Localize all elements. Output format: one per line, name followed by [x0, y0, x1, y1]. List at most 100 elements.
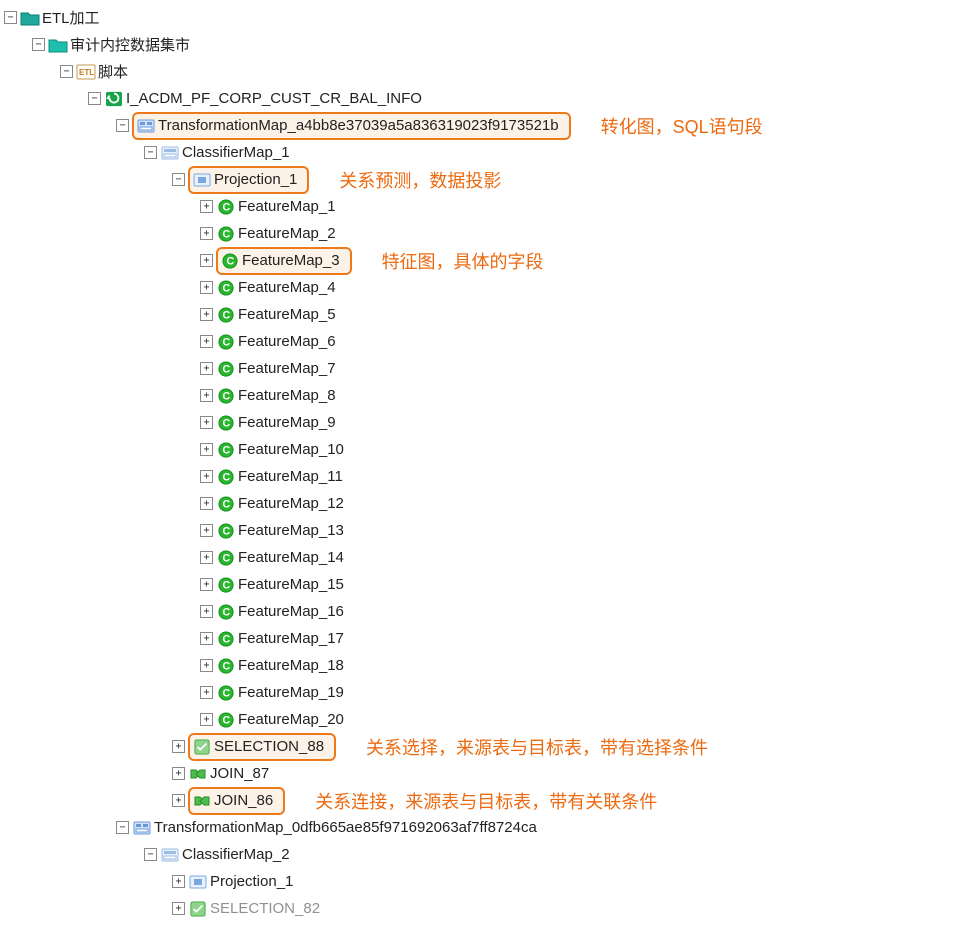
tree-node-featuremap-2[interactable]: FeatureMap_2	[238, 225, 340, 242]
toggle-fm-20[interactable]	[200, 713, 213, 726]
feature-icon	[216, 333, 236, 351]
toggle-script[interactable]	[60, 65, 73, 78]
tree-node-featuremap-16[interactable]: FeatureMap_16	[238, 603, 348, 620]
toggle-fm-10[interactable]	[200, 443, 213, 456]
folder-icon	[20, 9, 40, 27]
toggle-fm-2[interactable]	[200, 227, 213, 240]
tree-node-featuremap-14[interactable]: FeatureMap_14	[238, 549, 348, 566]
tree-node-tmap1[interactable]: TransformationMap_a4bb8e37039a5a83631902…	[132, 112, 571, 140]
tree-node-acdm[interactable]: I_ACDM_PF_CORP_CUST_CR_BAL_INFO	[126, 90, 426, 107]
toggle-fm-4[interactable]	[200, 281, 213, 294]
toggle-cmap1[interactable]	[144, 146, 157, 159]
annotation-join86: 关系连接，来源表与目标表，带有关联条件	[315, 788, 657, 814]
classifier-icon	[160, 144, 180, 162]
toggle-join86[interactable]	[172, 794, 185, 807]
tree-node-proj1[interactable]: Projection_1	[188, 166, 309, 194]
toggle-fm-11[interactable]	[200, 470, 213, 483]
tree-node-etl[interactable]: ETL加工	[42, 7, 104, 28]
tree-node-cmap2[interactable]: ClassifierMap_2	[182, 846, 294, 863]
toggle-fm-9[interactable]	[200, 416, 213, 429]
toggle-fm-6[interactable]	[200, 335, 213, 348]
feature-icon	[216, 360, 236, 378]
feature-icon	[216, 198, 236, 216]
tree-node-tmap2[interactable]: TransformationMap_0dfb665ae85f971692063a…	[154, 819, 541, 836]
annotation-tmap1: 转化图，SQL语句段	[601, 113, 763, 139]
tree-node-audit[interactable]: 审计内控数据集市	[70, 34, 194, 55]
tree-node-featuremap-15[interactable]: FeatureMap_15	[238, 576, 348, 593]
feature-icon	[216, 387, 236, 405]
tree-node-featuremap-11[interactable]: FeatureMap_11	[238, 468, 347, 485]
toggle-acdm[interactable]	[88, 92, 101, 105]
tree-node-featuremap-20[interactable]: FeatureMap_20	[238, 711, 348, 728]
tree-node-join-87[interactable]: JOIN_87	[210, 765, 273, 782]
toggle-fm-5[interactable]	[200, 308, 213, 321]
tree-node-featuremap-19[interactable]: FeatureMap_19	[238, 684, 348, 701]
tree-node-featuremap-1[interactable]: FeatureMap_1	[238, 198, 340, 215]
toggle-fm-17[interactable]	[200, 632, 213, 645]
toggle-fm-3[interactable]	[200, 254, 213, 267]
toggle-fm-14[interactable]	[200, 551, 213, 564]
feature-icon	[216, 414, 236, 432]
feature-icon	[216, 225, 236, 243]
tree-node-featuremap-10[interactable]: FeatureMap_10	[238, 441, 348, 458]
classifier-icon	[160, 846, 180, 864]
toggle-fm-7[interactable]	[200, 362, 213, 375]
tree-node-featuremap-18[interactable]: FeatureMap_18	[238, 657, 348, 674]
feature-icon	[220, 252, 240, 270]
toggle-tmap2[interactable]	[116, 821, 129, 834]
toggle-etl-root[interactable]	[4, 11, 17, 24]
tree-node-cmap1[interactable]: ClassifierMap_1	[182, 144, 294, 161]
map-icon	[136, 117, 156, 135]
toggle-fm-1[interactable]	[200, 200, 213, 213]
tree-node-featuremap-17[interactable]: FeatureMap_17	[238, 630, 348, 647]
toggle-cmap2[interactable]	[144, 848, 157, 861]
tree-node-featuremap-8[interactable]: FeatureMap_8	[238, 387, 340, 404]
toggle-fm-8[interactable]	[200, 389, 213, 402]
refresh-icon	[104, 90, 124, 108]
tree-node-featuremap-4[interactable]: FeatureMap_4	[238, 279, 340, 296]
selection-icon	[188, 900, 208, 918]
tree-node-featuremap-3[interactable]: FeatureMap_3	[216, 247, 352, 275]
toggle-proj2[interactable]	[172, 875, 185, 888]
toggle-fm-15[interactable]	[200, 578, 213, 591]
toggle-tmap1[interactable]	[116, 119, 129, 132]
feature-icon	[216, 441, 236, 459]
tree-node-script[interactable]: 脚本	[98, 61, 132, 82]
tree-node-featuremap-6[interactable]: FeatureMap_6	[238, 333, 340, 350]
toggle-sel82[interactable]	[172, 902, 185, 915]
feature-icon	[216, 549, 236, 567]
tree-node-featuremap-5[interactable]: FeatureMap_5	[238, 306, 340, 323]
toggle-proj1[interactable]	[172, 173, 185, 186]
feature-icon	[216, 468, 236, 486]
feature-icon	[216, 306, 236, 324]
tree-node-featuremap-7[interactable]: FeatureMap_7	[238, 360, 340, 377]
toggle-audit[interactable]	[32, 38, 45, 51]
feature-icon	[216, 495, 236, 513]
toggle-sel88[interactable]	[172, 740, 185, 753]
tree-node-featuremap-12[interactable]: FeatureMap_12	[238, 495, 348, 512]
feature-icon	[216, 603, 236, 621]
tree-node-join-86[interactable]: JOIN_86	[188, 787, 285, 815]
folder-icon	[48, 36, 68, 54]
tree-node-proj2[interactable]: Projection_1	[210, 873, 297, 890]
toggle-fm-12[interactable]	[200, 497, 213, 510]
selection-icon	[192, 738, 212, 756]
toggle-fm-13[interactable]	[200, 524, 213, 537]
toggle-fm-19[interactable]	[200, 686, 213, 699]
projection-icon	[192, 171, 212, 189]
join-icon	[188, 765, 208, 783]
toggle-fm-18[interactable]	[200, 659, 213, 672]
tree-node-featuremap-9[interactable]: FeatureMap_9	[238, 414, 340, 431]
join-icon	[192, 792, 212, 810]
toggle-join87[interactable]	[172, 767, 185, 780]
annotation-sel88: 关系选择，来源表与目标表，带有选择条件	[366, 734, 708, 760]
map-icon	[132, 819, 152, 837]
tree-node-selection-82[interactable]: SELECTION_82	[210, 900, 324, 917]
feature-icon	[216, 522, 236, 540]
feature-icon	[216, 657, 236, 675]
projection-icon	[188, 873, 208, 891]
toggle-fm-16[interactable]	[200, 605, 213, 618]
feature-icon	[216, 684, 236, 702]
tree-node-selection-88[interactable]: SELECTION_88	[188, 733, 336, 761]
tree-node-featuremap-13[interactable]: FeatureMap_13	[238, 522, 348, 539]
